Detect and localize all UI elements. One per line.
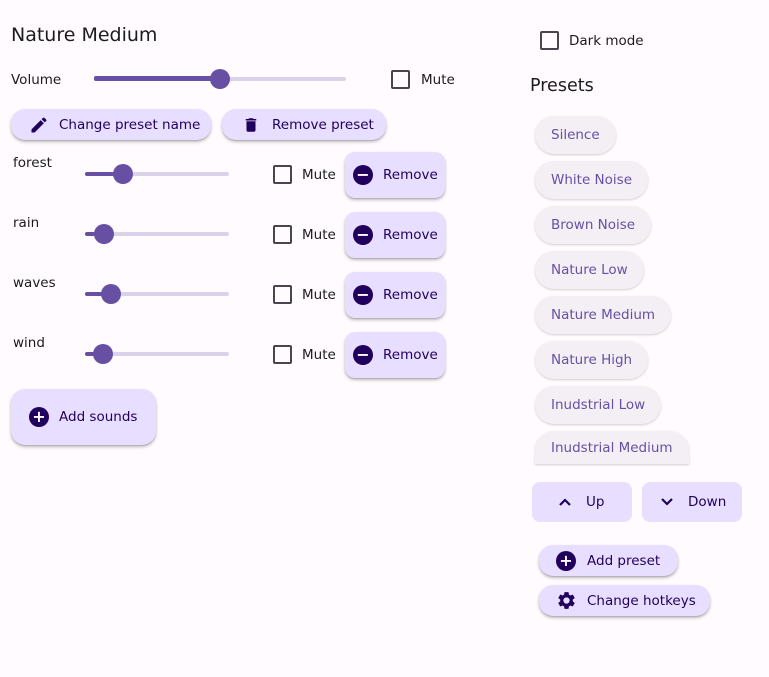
volume-label: Volume — [11, 72, 62, 88]
add-sounds-button[interactable]: + Add sounds — [11, 389, 156, 445]
move-down-button[interactable]: Down — [642, 482, 742, 522]
sound-name: wind — [13, 335, 45, 351]
sound-mute-checkbox[interactable] — [273, 225, 292, 244]
sound-mute-label: Mute — [302, 347, 336, 363]
preset-chip[interactable]: White Noise — [535, 161, 648, 199]
volume-mute-label: Mute — [421, 72, 455, 88]
volume-mute-checkbox[interactable] — [391, 70, 410, 89]
change-hotkeys-button[interactable]: Change hotkeys — [539, 585, 710, 616]
sound-slider-thumb[interactable] — [113, 164, 133, 184]
add-sounds-label: Add sounds — [59, 409, 138, 425]
remove-sound-button[interactable]: − Remove — [345, 212, 445, 258]
plus-circle-icon: + — [29, 407, 49, 427]
move-down-label: Down — [688, 494, 727, 510]
remove-sound-button[interactable]: − Remove — [345, 152, 445, 198]
chevron-down-icon — [660, 497, 674, 507]
dark-mode-checkbox[interactable] — [540, 31, 559, 50]
preset-chip[interactable]: Nature Medium — [535, 296, 672, 334]
change-preset-name-label: Change preset name — [59, 116, 201, 133]
trash-icon — [242, 116, 260, 134]
remove-sound-button[interactable]: − Remove — [345, 272, 445, 318]
sound-mute-label: Mute — [302, 287, 336, 303]
minus-circle-icon: − — [353, 225, 373, 245]
sound-slider-thumb[interactable] — [101, 284, 121, 304]
sound-name: waves — [13, 275, 56, 291]
sound-mute-checkbox[interactable] — [273, 285, 292, 304]
remove-sound-label: Remove — [383, 287, 438, 303]
move-up-label: Up — [586, 494, 605, 510]
preset-chip[interactable]: Silence — [535, 116, 616, 154]
remove-sound-button[interactable]: − Remove — [345, 332, 445, 378]
plus-circle-icon: + — [556, 550, 576, 571]
volume-slider-thumb[interactable] — [210, 69, 230, 89]
remove-sound-label: Remove — [383, 227, 438, 243]
preset-chip[interactable]: Nature Low — [535, 251, 644, 289]
preset-chip[interactable]: Brown Noise — [535, 206, 652, 244]
add-preset-button[interactable]: + Add preset — [539, 545, 678, 576]
remove-preset-label: Remove preset — [272, 116, 374, 133]
preset-chip[interactable]: Inudstrial Low — [535, 386, 662, 424]
dark-mode-label: Dark mode — [569, 33, 644, 49]
minus-circle-icon: − — [353, 285, 373, 305]
sound-slider-thumb[interactable] — [93, 344, 113, 364]
remove-sound-label: Remove — [383, 167, 438, 183]
add-preset-label: Add preset — [587, 552, 661, 569]
sound-mute-checkbox[interactable] — [273, 345, 292, 364]
page-title: Nature Medium — [11, 24, 158, 46]
presets-heading: Presets — [530, 76, 594, 96]
change-hotkeys-label: Change hotkeys — [587, 592, 696, 609]
minus-circle-icon: − — [353, 165, 373, 185]
preset-chip[interactable]: Nature High — [535, 341, 649, 379]
move-up-button[interactable]: Up — [532, 482, 632, 522]
change-preset-name-button[interactable]: Change preset name — [11, 109, 211, 140]
preset-chip[interactable]: Inudstrial Medium — [535, 431, 689, 464]
chevron-up-icon — [558, 497, 572, 507]
sound-mute-label: Mute — [302, 167, 336, 183]
sound-mute-label: Mute — [302, 227, 336, 243]
sound-name: rain — [13, 215, 40, 231]
remove-sound-label: Remove — [383, 347, 438, 363]
sound-mute-checkbox[interactable] — [273, 165, 292, 184]
remove-preset-button[interactable]: Remove preset — [222, 109, 386, 140]
minus-circle-icon: − — [353, 345, 373, 365]
pencil-icon — [29, 115, 49, 135]
sound-slider-thumb[interactable] — [94, 224, 114, 244]
gear-icon — [556, 590, 577, 611]
sound-name: forest — [13, 155, 52, 171]
